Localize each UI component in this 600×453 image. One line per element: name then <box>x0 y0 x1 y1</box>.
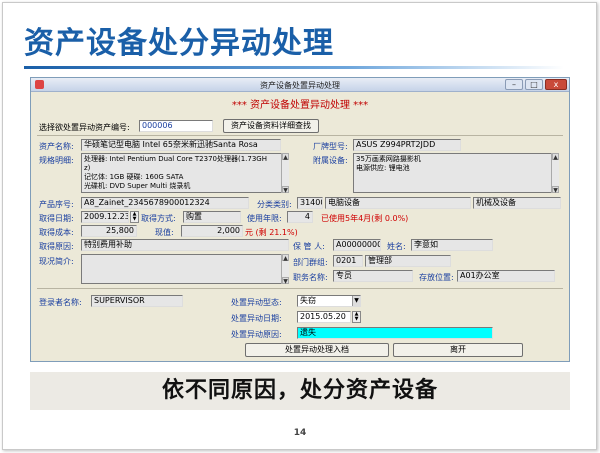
minimize-button[interactable]: – <box>505 79 523 90</box>
acq-method-label: 取得方式: <box>141 214 176 223</box>
scroll-up-icon[interactable]: ▲ <box>282 153 289 161</box>
acq-date-label: 取得日期: <box>39 214 74 223</box>
chevron-down-icon[interactable]: ▼ <box>352 296 360 306</box>
category-group-field: 机械及设备 <box>473 197 561 209</box>
asset-name-label: 资产名称: <box>39 142 74 151</box>
asset-no-label: 选择欲处置异动资产编号: <box>39 123 130 132</box>
status-memo[interactable] <box>81 254 289 284</box>
disposal-type-select[interactable]: 失窃 ▼ <box>297 295 361 307</box>
divider <box>37 288 563 289</box>
dept-name-field: 管理部 <box>365 255 451 267</box>
attach-label: 附属设备: <box>313 156 348 165</box>
life-field: 4 <box>287 211 313 223</box>
divider <box>37 135 563 136</box>
job-title-field: 专员 <box>333 270 413 282</box>
location-field: A01办公室 <box>457 270 555 282</box>
asset-lookup-button[interactable]: 资产设备资料详细查找 <box>223 119 319 133</box>
value-field: 2,000 <box>181 225 243 237</box>
title-underline <box>24 66 564 69</box>
disposal-reason-label: 处置异动原因: <box>231 330 282 339</box>
acq-reason-field: 特别费用补助 <box>81 239 289 251</box>
attach-line: 电源供应: 锂电池 <box>356 164 410 172</box>
cost-field: 25,800 <box>81 225 137 237</box>
disposal-date-input[interactable]: 2015.05.20 <box>297 311 351 323</box>
status-label: 现况简介: <box>39 257 74 266</box>
window-titlebar[interactable]: 资产设备处置异动处理 – □ x <box>31 78 569 92</box>
attach-line: 35万画素网路摄影机 <box>356 155 421 163</box>
recorder-field: SUPERVISOR <box>91 295 183 307</box>
spec-line: 处理器: Intel Pentium Dual Core T2370处理器(1.… <box>84 155 267 163</box>
spec-line: 光碟机: DVD Super Multi 烧录机 <box>84 182 191 190</box>
brand-label: 厂牌型号: <box>313 142 348 151</box>
spec-line: z) <box>84 164 91 172</box>
restore-button[interactable]: □ <box>525 79 543 90</box>
slide-title: 资产设备处分异动处理 <box>24 26 334 61</box>
attach-memo[interactable]: 35万画素网路摄影机 电源供应: 锂电池 <box>353 153 559 193</box>
life-note: 已使用5年4月(剩 0.0%) <box>321 214 409 223</box>
disposal-date-label: 处置异动日期: <box>231 314 282 323</box>
acq-date-spinner-icon[interactable]: ▲ ▼ <box>130 211 139 223</box>
disposal-type-label: 处置异动型态: <box>231 298 282 307</box>
disposal-date-spinner-icon[interactable]: ▲ ▼ <box>352 311 361 323</box>
window-title: 资产设备处置异动处理 <box>260 81 340 90</box>
serial-field: A8_Zainet_2345678900012324 <box>81 197 249 209</box>
keeper-name-field: 李意如 <box>411 239 493 251</box>
job-title-label: 职务名称: <box>293 273 328 282</box>
value-note: 元 (剩 21.1%) <box>245 228 298 237</box>
cost-label: 取得成本: <box>39 228 74 237</box>
exit-button[interactable]: 离开 <box>393 343 523 357</box>
disposal-window: 资产设备处置异动处理 – □ x *** 资产设备处置异动处理 *** 选择欲处… <box>30 77 570 362</box>
attach-scrollbar[interactable]: ▲ ▼ <box>551 153 559 194</box>
serial-label: 产品序号: <box>39 200 74 209</box>
asset-name-field: 华硕笔记型电脑 Intel 65奈米新迅驰Santa Rosa <box>81 139 281 151</box>
life-label: 使用年限: <box>247 214 282 223</box>
recorder-label: 登录者名称: <box>39 298 82 307</box>
scroll-down-icon[interactable]: ▼ <box>282 186 289 194</box>
status-scrollbar[interactable]: ▲ ▼ <box>281 254 289 285</box>
spec-memo[interactable]: 处理器: Intel Pentium Dual Core T2370处理器(1.… <box>81 153 289 193</box>
spec-label: 规格明细: <box>39 156 74 165</box>
acq-date-field: 2009.12.23 <box>81 211 129 223</box>
keeper-id-field: A000000001 <box>333 239 381 251</box>
scroll-down-icon[interactable]: ▼ <box>552 186 559 194</box>
scroll-down-icon[interactable]: ▼ <box>282 277 289 285</box>
asset-no-input[interactable]: 000006 <box>139 120 213 132</box>
spec-scrollbar[interactable]: ▲ ▼ <box>281 153 289 194</box>
brand-field: ASUS Z994PRT2JDD <box>353 139 461 151</box>
close-button[interactable]: x <box>545 79 567 90</box>
keeper-name-label: 姓名: <box>387 242 406 251</box>
keeper-label: 保 管 人: <box>293 242 325 251</box>
spec-line: 记忆体: 1GB 硬碟: 160G SATA <box>84 173 184 181</box>
dept-code-field: 0201 <box>333 255 363 267</box>
value-label: 现值: <box>155 228 174 237</box>
disposal-type-value: 失窃 <box>300 296 316 305</box>
location-label: 存放位置: <box>419 273 454 282</box>
scroll-up-icon[interactable]: ▲ <box>282 254 289 262</box>
disposal-reason-input[interactable]: 遗失 <box>297 327 493 339</box>
form-banner: *** 资产设备处置异动处理 *** <box>231 100 369 111</box>
page-number: 14 <box>293 428 307 438</box>
category-name-field: 电脑设备 <box>325 197 471 209</box>
category-code-field: 31400 <box>297 197 323 209</box>
submit-disposal-button[interactable]: 处置异动处理入档 <box>245 343 389 357</box>
scroll-up-icon[interactable]: ▲ <box>552 153 559 161</box>
category-label: 分类类别: <box>257 200 292 209</box>
acq-reason-label: 取得原因: <box>39 242 74 251</box>
acq-method-field: 购置 <box>183 211 241 223</box>
slide-caption: 依不同原因，处分资产设备 <box>30 372 570 410</box>
dept-label: 部门群组: <box>293 258 328 267</box>
